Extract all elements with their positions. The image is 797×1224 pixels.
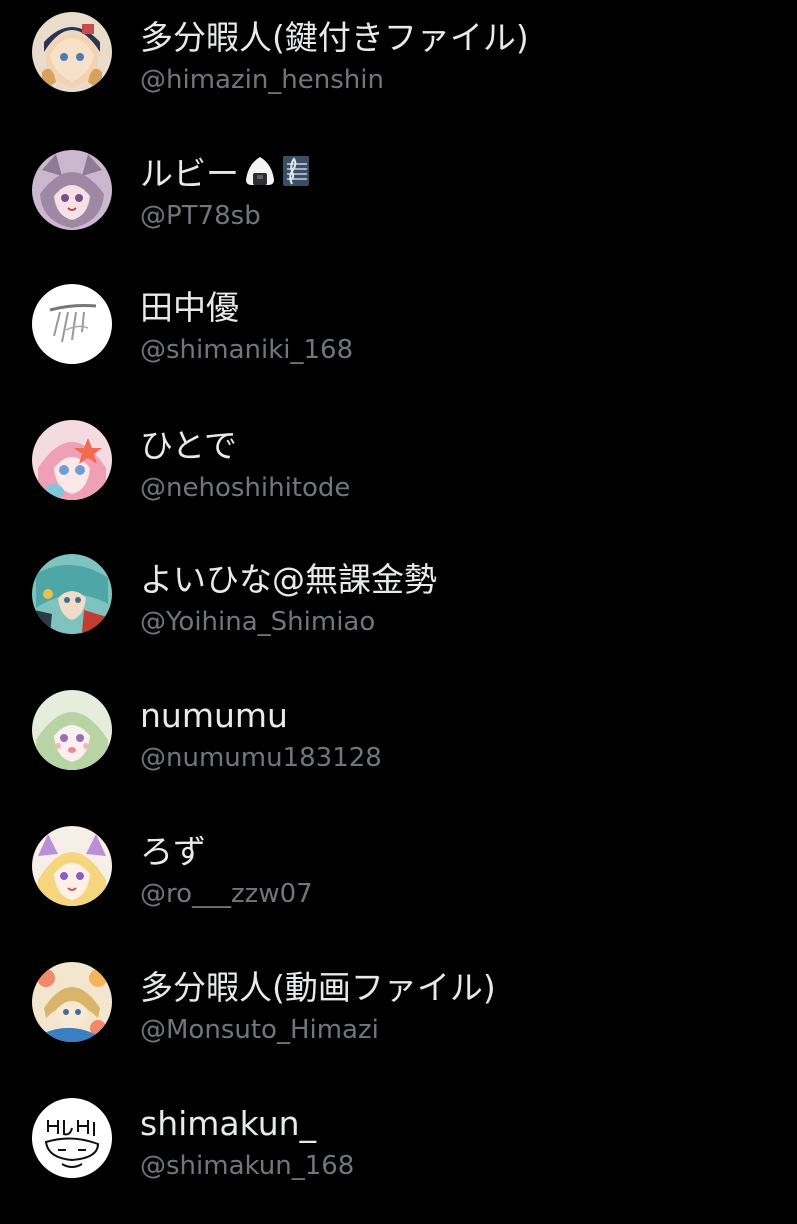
- avatar[interactable]: [32, 962, 112, 1042]
- avatar[interactable]: [32, 826, 112, 906]
- avatar[interactable]: [32, 12, 112, 92]
- user-row[interactable]: ろず @ro___zzw07: [0, 816, 797, 952]
- display-name[interactable]: ひとで: [140, 426, 237, 466]
- user-row[interactable]: numumu @numumu183128: [0, 680, 797, 816]
- username-handle[interactable]: @shimaniki_168: [140, 334, 353, 366]
- user-row[interactable]: 多分暇人(鍵付きファイル) @himazin_henshin: [0, 0, 797, 136]
- avatar[interactable]: [32, 284, 112, 364]
- avatar[interactable]: [32, 150, 112, 230]
- username-handle[interactable]: @shimakun_168: [140, 1150, 354, 1182]
- avatar[interactable]: [32, 420, 112, 500]
- avatar[interactable]: [32, 690, 112, 770]
- music-score-icon: [281, 154, 311, 197]
- display-name[interactable]: ルビー: [140, 154, 311, 197]
- username-handle[interactable]: @himazin_henshin: [140, 64, 384, 96]
- user-row[interactable]: 田中優 @shimaniki_168: [0, 272, 797, 408]
- display-name[interactable]: numumu: [140, 696, 288, 736]
- user-row[interactable]: ひとで @nehoshihitode: [0, 408, 797, 544]
- display-name[interactable]: 多分暇人(動画ファイル): [140, 968, 496, 1008]
- user-row[interactable]: shimakun_ @shimakun_168: [0, 1088, 797, 1224]
- user-row[interactable]: 多分暇人(動画ファイル) @Monsuto_Himazi: [0, 952, 797, 1088]
- user-row[interactable]: よいひな@無課金勢 @Yoihina_Shimiao: [0, 544, 797, 680]
- avatar[interactable]: [32, 1098, 112, 1178]
- username-handle[interactable]: @ro___zzw07: [140, 878, 313, 910]
- username-handle[interactable]: @numumu183128: [140, 742, 382, 774]
- username-handle[interactable]: @PT78sb: [140, 200, 261, 232]
- display-name[interactable]: ろず: [140, 832, 206, 872]
- username-handle[interactable]: @Monsuto_Himazi: [140, 1014, 379, 1046]
- rice-ball-icon: [243, 154, 277, 197]
- username-handle[interactable]: @nehoshihitode: [140, 472, 350, 504]
- username-handle[interactable]: @Yoihina_Shimiao: [140, 606, 375, 638]
- display-name[interactable]: 多分暇人(鍵付きファイル): [140, 18, 529, 58]
- display-name[interactable]: shimakun_: [140, 1104, 316, 1144]
- avatar[interactable]: [32, 554, 112, 634]
- following-list: 多分暇人(鍵付きファイル) @himazin_henshin ルビー @PT78…: [0, 0, 797, 1200]
- display-name[interactable]: 田中優: [140, 288, 239, 328]
- display-name[interactable]: よいひな@無課金勢: [140, 560, 437, 600]
- display-name-text: ルビー: [140, 154, 239, 193]
- user-row[interactable]: ルビー @PT78sb: [0, 136, 797, 272]
